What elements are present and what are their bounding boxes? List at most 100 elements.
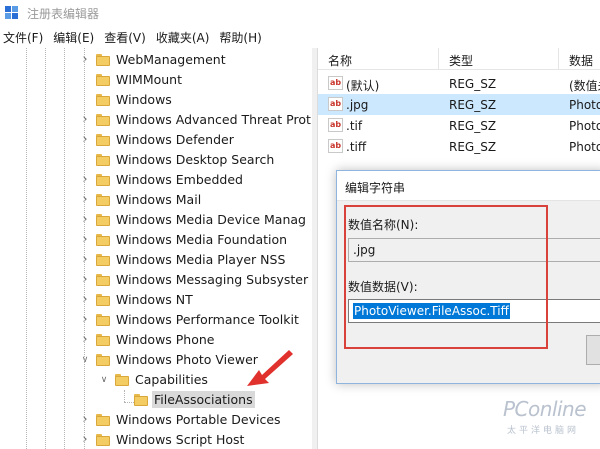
tree-item[interactable]: FileAssociations [0,390,312,410]
value-type: REG_SZ [449,77,497,91]
folder-icon [96,134,110,146]
value-data: Photo [569,140,600,154]
tree-item[interactable]: › Windows Script Host [0,430,312,449]
list-row[interactable]: ab .jpg REG_SZ Photo [318,94,600,115]
red-highlight-box [344,205,548,349]
chevron-right-icon[interactable]: › [80,113,90,126]
value-type: REG_SZ [449,119,497,133]
chevron-right-icon[interactable]: › [80,133,90,146]
tree-item[interactable]: › Windows Embedded [0,170,312,190]
tree-item[interactable]: › WebManagement [0,50,312,70]
value-data: Photo [569,119,600,133]
folder-icon [96,254,110,266]
list-row[interactable]: ab .tiff REG_SZ Photo [318,136,600,157]
tree-item-label: Windows Portable Devices [116,412,281,427]
chevron-right-icon[interactable]: › [80,213,90,226]
tree-item[interactable]: Windows [0,90,312,110]
tree-item[interactable]: › Windows Messaging Subsyster [0,270,312,290]
tree-item-label: Capabilities [135,372,208,387]
chevron-right-icon[interactable]: › [80,313,90,326]
folder-icon [134,394,148,406]
folder-icon [96,334,110,346]
chevron-right-icon[interactable]: › [80,233,90,246]
folder-icon [96,154,110,166]
chevron-right-icon[interactable]: › [80,193,90,206]
tree-item-label: FileAssociations [152,391,255,408]
chevron-right-icon[interactable]: › [80,273,90,286]
column-header-type[interactable]: 类型 [449,52,473,69]
tree-item-label: Windows Messaging Subsyster [116,272,309,287]
watermark-brand: PConline [503,397,587,421]
dialog-title: 编辑字符串 [345,181,406,195]
list-row[interactable]: ab(默认) REG_SZ (数值未 [318,73,600,94]
chevron-right-icon[interactable]: › [80,253,90,266]
tree-item[interactable]: WIMMount [0,70,312,90]
value-name: .tif [346,119,363,133]
chevron-down-icon[interactable]: ∨ [99,375,109,385]
watermark-sub: 太平洋电脑网 [507,426,580,436]
folder-icon [96,94,110,106]
list-header: 名称 类型 数据 [318,48,600,70]
tree-item[interactable]: › Windows Performance Toolkit [0,310,312,330]
tree-guide-line [64,48,65,449]
value-name: .tiff [346,140,367,154]
red-arrow-annotation [247,350,293,386]
tree-item[interactable]: › Windows Defender [0,130,312,150]
tree-guide-line [45,48,46,449]
tree-item[interactable]: › Windows Media Player NSS [0,250,312,270]
tree-item[interactable]: › Windows Media Foundation [0,230,312,250]
tree-item-label: WebManagement [116,52,226,67]
chevron-right-icon[interactable]: › [80,173,90,186]
tree-item-label: Windows Media Foundation [116,232,288,247]
tree-guide-line [124,390,125,402]
folder-icon [96,414,110,426]
value-data: (数值未 [569,79,600,93]
folder-icon [96,214,110,226]
menu-favorites[interactable]: 收藏夹(A) [154,29,216,46]
chevron-right-icon[interactable]: › [80,413,90,426]
menu-help[interactable]: 帮助(H) [217,29,267,46]
column-header-name[interactable]: 名称 [328,52,352,69]
chevron-right-icon[interactable]: › [80,433,90,446]
value-type: REG_SZ [449,98,497,112]
folder-icon [96,354,110,366]
tree-item[interactable]: › Windows Portable Devices [0,410,312,430]
tree-item[interactable]: › Windows Mail [0,190,312,210]
ok-button[interactable] [586,335,600,365]
folder-icon [96,294,110,306]
tree-guide-line [26,48,27,449]
dialog-title-bar: 编辑字符串 [337,171,600,201]
ab-string-icon: ab [328,118,343,132]
list-row[interactable]: ab .tif REG_SZ Photo [318,115,600,136]
tree-item[interactable]: › Windows NT [0,290,312,310]
chevron-down-icon[interactable]: ∨ [80,355,90,365]
folder-icon [96,314,110,326]
folder-icon [96,54,110,66]
menu-edit[interactable]: 编辑(E) [51,29,100,46]
tree-item-label: Windows Script Host [116,432,245,447]
regedit-icon [5,6,19,20]
tree-item-label: Windows NT [116,292,193,307]
tree-item-label: Windows Media Device Manag [116,212,306,227]
folder-icon [96,174,110,186]
chevron-right-icon[interactable]: › [80,333,90,346]
chevron-right-icon[interactable]: › [80,53,90,66]
menu-file[interactable]: 文件(F) [0,29,49,46]
tree-item-label: Windows Desktop Search [116,152,275,167]
tree-item[interactable]: › Windows Advanced Threat Prot [0,110,312,130]
ab-string-icon: ab [328,139,343,153]
tree-item-label: Windows Phone [116,332,215,347]
tree-item-label: Windows Media Player NSS [116,252,286,267]
tree-item-label: Windows [116,92,172,107]
tree-item[interactable]: › Windows Media Device Manag [0,210,312,230]
tree-item-label: WIMMount [116,72,183,87]
folder-icon [96,434,110,446]
tree-item[interactable]: Windows Desktop Search [0,150,312,170]
title-bar: 注册表编辑器 [0,0,600,26]
column-header-data[interactable]: 数据 [569,52,593,69]
folder-icon [96,74,110,86]
chevron-right-icon[interactable]: › [80,293,90,306]
ab-string-icon: ab [328,76,343,90]
pconline-watermark: PConline 太平洋电脑网 [503,393,599,443]
menu-view[interactable]: 查看(V) [102,29,152,46]
